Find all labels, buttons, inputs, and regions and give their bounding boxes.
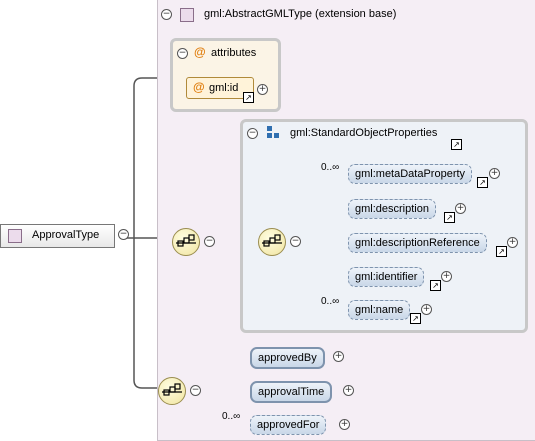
reference-arrow-icon[interactable]: ↗ xyxy=(496,246,507,257)
extension-base-label: gml:AbstractGMLType (extension base) xyxy=(204,8,397,20)
reference-arrow-icon[interactable]: ↗ xyxy=(410,313,421,324)
collapse-extension-icon[interactable]: − xyxy=(161,9,172,20)
sequence-compositor-icon[interactable] xyxy=(172,228,200,256)
element-approvedfor[interactable]: approvedFor xyxy=(250,415,327,435)
collapse-attributes-icon[interactable]: − xyxy=(177,48,188,59)
reference-arrow-icon[interactable]: ↗ xyxy=(477,177,488,188)
element-metadataproperty[interactable]: gml:metaDataProperty xyxy=(348,164,473,184)
root-element-label: ApprovalType xyxy=(32,229,100,241)
collapse-sequence-icon[interactable]: − xyxy=(290,236,301,247)
element-approvedby[interactable]: approvedBy xyxy=(250,347,325,369)
collapse-sequence-icon[interactable]: − xyxy=(190,385,201,396)
attribute-at-icon: @ xyxy=(193,80,205,94)
expand-element-icon[interactable]: + xyxy=(507,237,518,248)
element-description[interactable]: gml:description xyxy=(348,199,436,219)
sequence-compositor-icon[interactable] xyxy=(258,228,286,256)
reference-arrow-icon[interactable]: ↗ xyxy=(451,139,462,150)
attribute-label: gml:id xyxy=(209,82,239,94)
collapse-sequence-icon[interactable]: − xyxy=(204,236,215,247)
reference-arrow-icon[interactable]: ↗ xyxy=(444,212,455,223)
expand-attribute-icon[interactable]: + xyxy=(257,84,268,95)
group-label: gml:StandardObjectProperties xyxy=(290,127,438,139)
reference-arrow-icon[interactable]: ↗ xyxy=(430,280,441,291)
expand-element-icon[interactable]: + xyxy=(421,304,432,315)
expand-element-icon[interactable]: + xyxy=(441,271,452,282)
expand-element-icon[interactable]: + xyxy=(343,385,354,396)
occurrence-label: 0..∞ xyxy=(321,162,340,173)
collapse-root-icon[interactable]: − xyxy=(118,229,129,240)
expand-element-icon[interactable]: + xyxy=(333,351,344,362)
complex-type-icon xyxy=(180,8,194,22)
expand-element-icon[interactable]: + xyxy=(339,419,350,430)
sequence-compositor-icon[interactable] xyxy=(158,377,186,405)
attribute-at-icon: @ xyxy=(194,45,206,59)
collapse-group-icon[interactable]: − xyxy=(247,128,258,139)
element-name[interactable]: gml:name xyxy=(348,300,411,320)
expand-element-icon[interactable]: + xyxy=(455,203,466,214)
expand-element-icon[interactable]: + xyxy=(489,168,500,179)
element-identifier[interactable]: gml:identifier xyxy=(348,267,425,287)
occurrence-label: 0..∞ xyxy=(321,296,340,307)
occurrence-label: 0..∞ xyxy=(222,411,241,422)
element-descriptionreference[interactable]: gml:descriptionReference xyxy=(348,233,487,253)
attributes-header: attributes xyxy=(211,47,257,59)
element-approvaltime[interactable]: approvalTime xyxy=(250,381,333,403)
reference-arrow-icon[interactable]: ↗ xyxy=(243,92,254,103)
group-icon xyxy=(267,126,279,138)
complex-type-icon xyxy=(8,229,22,243)
